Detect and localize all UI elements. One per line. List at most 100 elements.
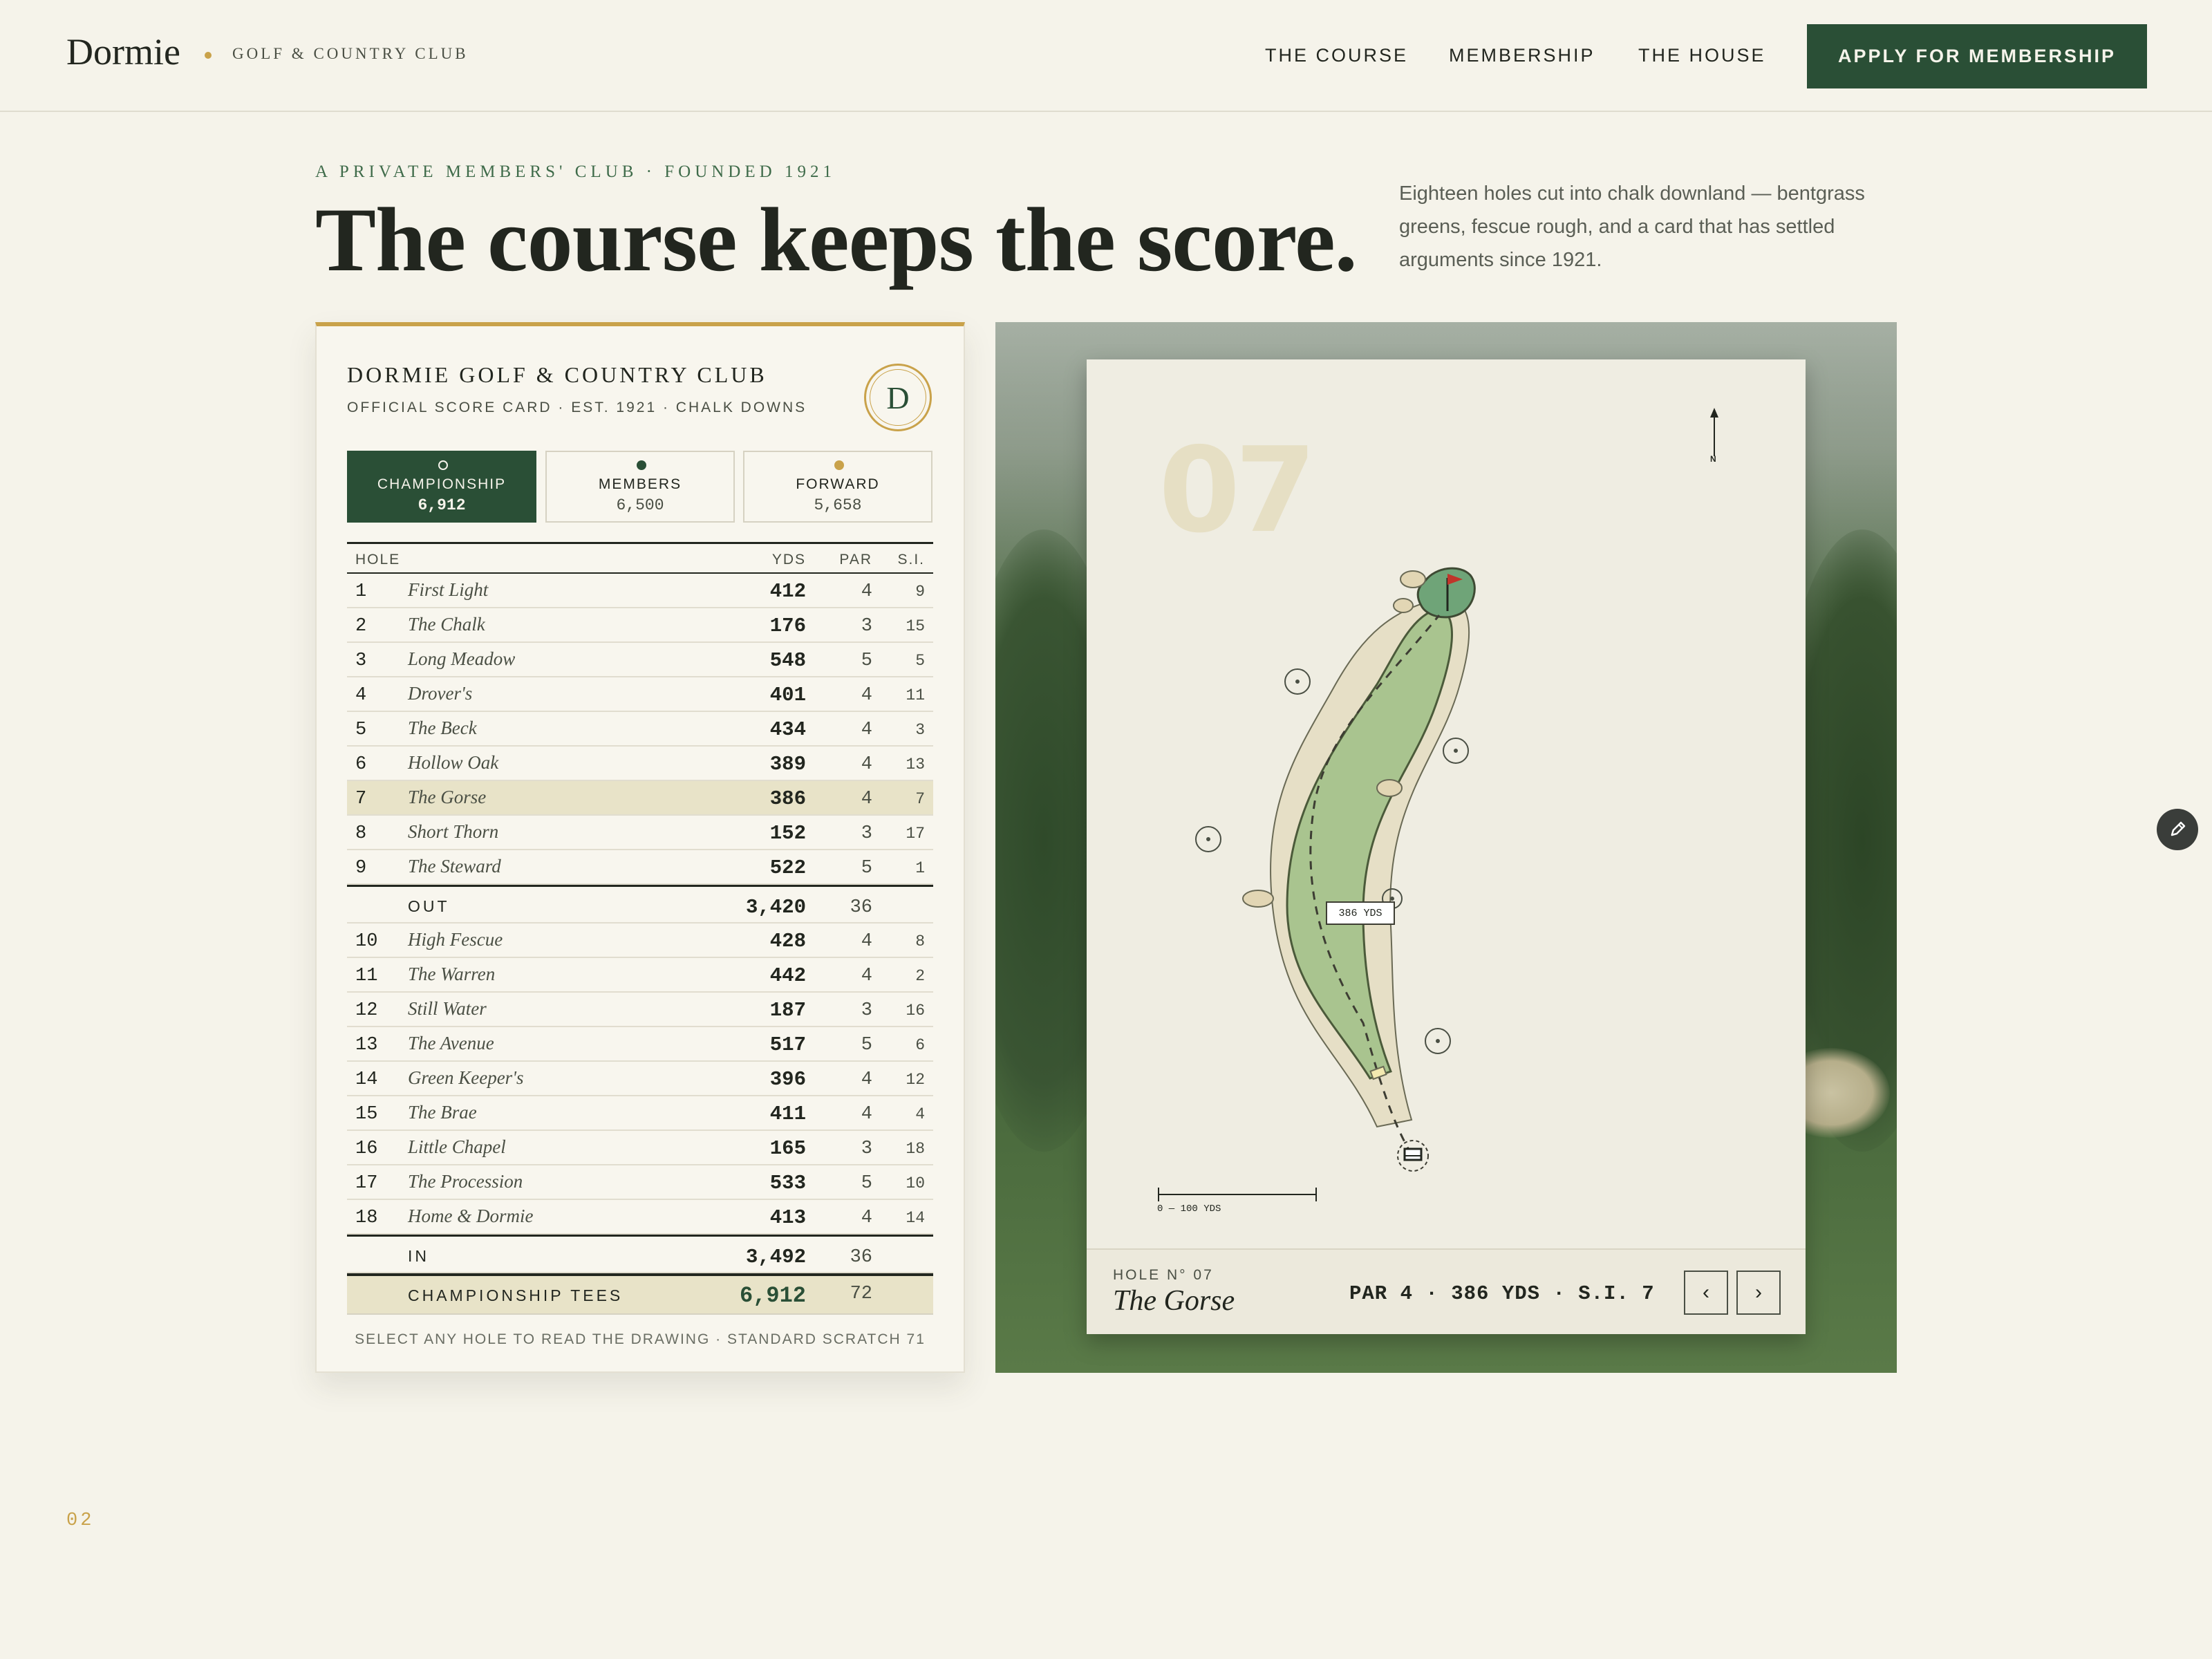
grand-total-label: CHAMPIONSHIP TEES [408,1286,624,1304]
hole-row[interactable]: 2 The Chalk 176 3 15 [347,608,933,643]
scorecard: DORMIE GOLF & COUNTRY CLUB OFFICIAL SCOR… [315,322,965,1373]
hole-name: Short Thorn [408,821,499,842]
tee-yards: 6,500 [616,496,664,514]
hole-row[interactable]: 9 The Steward 522 5 1 [347,850,933,885]
hole-number: 8 [355,823,367,844]
hole-par: 4 [861,754,872,775]
hole-row[interactable]: 13 The Avenue 517 5 6 [347,1027,933,1062]
hole-yards: 411 [769,1103,806,1125]
hole-row[interactable]: 18 Home & Dormie 413 4 14 [347,1200,933,1235]
hole-number: 15 [355,1104,378,1125]
golf-cart-icon [1397,1140,1429,1172]
hole-number: 1 [355,581,367,602]
hole-number: 9 [355,858,367,879]
hole-yards: 412 [769,580,806,603]
hole-row[interactable]: 5 The Beck 434 4 3 [347,712,933,747]
hero-eyebrow: A PRIVATE MEMBERS' CLUB · FOUNDED 1921 [315,162,836,181]
hole-row[interactable]: 7 The Gorse 386 4 7 [347,781,933,816]
hole-number: 16 [355,1138,378,1159]
in-label: IN [408,1247,429,1265]
hole-yards: 176 [769,615,806,637]
hole-stroke-index: 5 [915,652,925,670]
hole-row[interactable]: 1 First Light 412 4 9 [347,574,933,608]
hole-par: 5 [861,1173,872,1194]
hole-stroke-index: 6 [915,1036,925,1054]
tee-forward[interactable]: FORWARD 5,658 [743,451,932,523]
hole-stroke-index: 12 [906,1071,925,1089]
hole-name: The Gorse [408,787,487,807]
hole-number: 4 [355,685,367,706]
hole-par: 4 [861,1069,872,1090]
hole-yards: 401 [769,684,806,706]
hole-stroke-index: 2 [915,967,925,985]
pencil-icon [2171,821,2186,836]
hole-name: The Warren [408,964,496,984]
col-par: PAR [839,552,872,568]
hole-name: High Fescue [408,929,503,950]
hole-par: 4 [861,685,872,706]
hero-headline: The course keeps the score. [315,189,1358,290]
hole-row[interactable]: 3 Long Meadow 548 5 5 [347,643,933,677]
fairway-bunker-1 [1376,779,1403,797]
nav-the-course[interactable]: THE COURSE [1265,43,1408,68]
col-yds: YDS [771,552,806,568]
hole-name: The Procession [408,1171,523,1192]
hole-stroke-index: 18 [906,1140,925,1158]
edit-button[interactable] [2157,809,2198,850]
hole-row[interactable]: 17 The Procession 533 5 10 [347,1165,933,1200]
hole-par: 5 [861,1035,872,1056]
hole-par: 3 [861,616,872,637]
hole-row[interactable]: 15 The Brae 411 4 4 [347,1096,933,1131]
hole-row[interactable]: 10 High Fescue 428 4 8 [347,924,933,958]
hole-yards: 428 [769,930,806,953]
hole-drawing-sheet: 07 N 386 YDS 0 — 100 YDS HOLE N° 07 The … [1087,359,1806,1334]
nav-the-house[interactable]: THE HOUSE [1638,43,1766,68]
hole-stroke-index: 3 [915,721,925,739]
tee-members[interactable]: MEMBERS 6,500 [545,451,735,523]
apply-for-membership-button[interactable]: APPLY FOR MEMBERSHIP [1807,24,2147,88]
hole-par: 5 [861,858,872,879]
hole-stroke-index: 15 [906,617,925,635]
hole-yards: 522 [769,856,806,879]
hole-row[interactable]: 16 Little Chapel 165 3 18 [347,1131,933,1165]
hole-stats: PAR 4 · 386 YDS · S.I. 7 [1349,1282,1655,1305]
green [1416,567,1476,619]
col-si: S.I. [897,552,925,568]
previous-hole-button[interactable]: ‹ [1684,1271,1728,1315]
hole-par: 4 [861,966,872,986]
nav-membership[interactable]: MEMBERSHIP [1449,43,1595,68]
hole-par: 3 [861,1138,872,1159]
hole-row[interactable]: 8 Short Thorn 152 3 17 [347,816,933,850]
hole-par: 3 [861,823,872,844]
tee-yards: 6,912 [418,496,466,514]
hole-stroke-index: 13 [906,756,925,774]
hole-name: The Avenue [408,1033,494,1053]
hole-stroke-index: 7 [915,790,925,808]
scorecard-table: HOLE YDS PAR S.I. 1 First Light 412 4 9 2 The … [347,542,933,1315]
site-logo[interactable]: Dormie [66,28,180,76]
hole-name: The Chalk [408,614,485,635]
hero-intro: Eighteen holes cut into chalk downland —… [1399,182,1865,271]
hole-number: 2 [355,616,367,637]
hole-number: 14 [355,1069,378,1090]
table-header: HOLE YDS PAR S.I. [347,542,933,574]
hole-row[interactable]: 4 Drover's 401 4 11 [347,677,933,712]
hole-row[interactable]: 14 Green Keeper's 396 4 12 [347,1062,933,1096]
hole-name: Home & Dormie [408,1206,534,1226]
tee-name: CHAMPIONSHIP [377,476,507,492]
hole-number: 3 [355,650,367,671]
hole-name: Long Meadow [408,648,516,669]
hole-yards: 517 [769,1033,806,1056]
fairway-bunker-2 [1242,890,1274,908]
hole-row[interactable]: 11 The Warren 442 4 2 [347,958,933,993]
hole-par: 4 [861,1208,872,1228]
tee-championship[interactable]: CHAMPIONSHIP 6,912 [347,451,536,523]
next-hole-button[interactable]: › [1736,1271,1781,1315]
hole-info-bar: HOLE N° 07 The Gorse PAR 4 · 386 YDS · S… [1087,1248,1806,1334]
tee-name: MEMBERS [598,476,682,492]
hole-number: 6 [355,754,367,775]
out-par: 36 [850,897,872,918]
hole-row[interactable]: 6 Hollow Oak 389 4 13 [347,747,933,781]
hole-row[interactable]: 12 Still Water 187 3 16 [347,993,933,1027]
scorecard-footer: SELECT ANY HOLE TO READ THE DRAWING · ST… [355,1331,926,1347]
